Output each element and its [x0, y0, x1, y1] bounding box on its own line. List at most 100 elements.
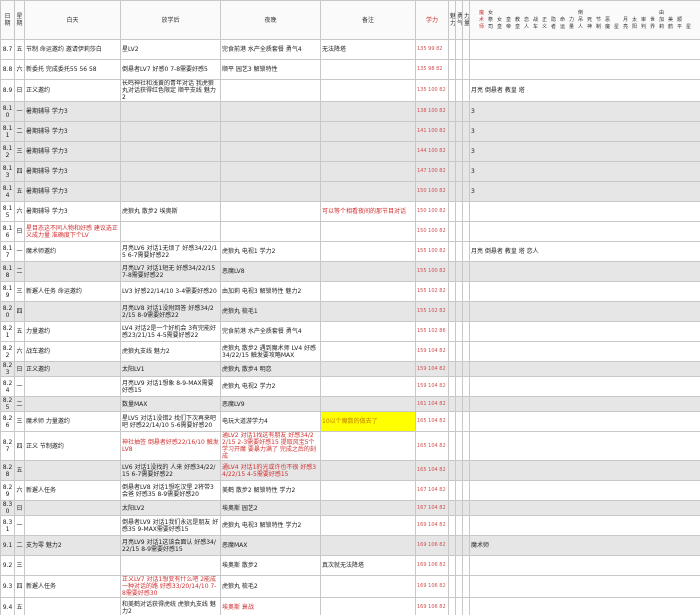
table-row: 8.13 四暑期辅导 学力3 147 100 82 3	[0, 161, 700, 182]
weekday-cell: 六	[14, 201, 25, 222]
stat-cell	[462, 500, 470, 516]
stat-cell	[448, 59, 456, 80]
header-day: 白天	[24, 0, 121, 40]
date-cell: 8.22	[0, 341, 15, 362]
after-school-cell: 月亮LV8 对话1没附回答 好感34/22/15 8-9需要好感22	[120, 301, 221, 322]
stat-cell	[448, 141, 456, 162]
after-school-cell: 倒悬者LV7 好感0 7-8需要好感5	[120, 59, 221, 80]
weekday-cell: 三	[14, 555, 25, 576]
weekday-cell: 五	[14, 597, 25, 615]
stat-cell	[455, 181, 463, 202]
arcana-cell	[469, 221, 700, 242]
stat-cell	[455, 321, 463, 342]
stat-cell	[462, 555, 470, 576]
stat-cell	[455, 261, 463, 282]
day-cell	[24, 597, 121, 615]
stat-cell	[448, 301, 456, 322]
stat-cell	[462, 39, 470, 60]
day-cell: 节制 命运邀约 邀请伊莉莎白	[24, 39, 121, 60]
table-row: 8.17 一魔术师邀约 月亮LV6 对话1无烦了 好感34/22/15 6-7需要好…	[0, 241, 700, 262]
stat-cell	[455, 101, 463, 122]
stat-cell	[448, 241, 456, 262]
stat-cell	[462, 301, 470, 322]
date-cell: 9.3	[0, 575, 15, 598]
stat-cell	[455, 555, 463, 576]
day-cell: 魔术师 力量邀约	[24, 411, 121, 432]
stat-cell	[462, 161, 470, 182]
header-power: 力量	[462, 0, 470, 40]
night-cell: 埃奥斯 园艺2	[220, 500, 321, 516]
note-cell	[320, 480, 416, 501]
night-cell: 美鹤 散步2 解锁特性 学力2	[220, 480, 321, 501]
stats-cell: 150 100 82	[415, 181, 449, 202]
day-cell: 新委托 完成委托55 56 58	[24, 59, 121, 80]
date-cell: 8.30	[0, 500, 15, 516]
arcana-cell	[469, 575, 700, 598]
after-school-cell: 数量MAX	[120, 396, 221, 412]
night-cell: 虎狼丸 电视1 学力2	[220, 241, 321, 262]
night-cell: 恶魔LV9	[220, 396, 321, 412]
date-cell: 8.16	[0, 221, 15, 242]
note-cell	[320, 59, 416, 80]
table-row: 8.18 二 月亮LV7 对话1短无 好感34/22/15 7-8需要好感22 恶魔L…	[0, 261, 700, 282]
day-cell: 魔术师邀约	[24, 241, 121, 262]
note-cell	[320, 321, 416, 342]
note-cell	[320, 301, 416, 322]
arcana-cell	[469, 341, 700, 362]
arcana-cell	[469, 396, 700, 412]
note-cell	[320, 141, 416, 162]
date-cell: 8.14	[0, 181, 15, 202]
note-cell	[320, 575, 416, 598]
table-row: 8.8 六新委托 完成委托55 56 58 倒悬者LV7 好感0 7-8需要好感5 顺…	[0, 59, 700, 80]
arcana-header: 恋人	[523, 16, 529, 30]
arcana-header: 美鹤	[667, 16, 673, 30]
day-cell: 暑期辅导 学力3	[24, 121, 121, 142]
stat-cell	[448, 79, 456, 102]
stat-cell	[455, 161, 463, 182]
after-school-cell: 虎狼丸支线 魅力2	[120, 341, 221, 362]
stat-cell	[455, 597, 463, 615]
arcana-cell: 3	[469, 161, 700, 182]
stats-cell: 159 104 82	[415, 341, 449, 362]
table-row: 8.25 二 数量MAX 恶魔LV9 161 104 82	[0, 396, 700, 412]
weekday-cell: 一	[14, 101, 25, 122]
stat-cell	[455, 141, 463, 162]
arcana-header: 顺平	[676, 16, 682, 30]
arcana-header: 月亮	[622, 16, 628, 30]
stat-cell	[455, 341, 463, 362]
arcana-header: 死神	[586, 16, 592, 30]
night-cell: 虎狼丸 电视2 学力2	[220, 376, 321, 397]
stat-cell	[455, 281, 463, 302]
header-after-school: 放学后	[120, 0, 221, 40]
night-cell: 虎狼丸 散步4 明恋	[220, 361, 321, 377]
stat-cell	[448, 101, 456, 122]
date-cell: 8.15	[0, 201, 15, 222]
note-cell: 真次就无法降塔	[320, 555, 416, 576]
stat-cell	[455, 59, 463, 80]
after-school-cell: 月亮LV6 对话1无烦了 好感34/22/15 6-7需要好感22	[120, 241, 221, 262]
stats-cell: 155 102 82	[415, 281, 449, 302]
stat-cell	[448, 39, 456, 60]
date-cell: 8.26	[0, 411, 15, 432]
weekday-cell: 日	[14, 221, 25, 242]
stat-cell	[448, 515, 456, 536]
note-cell	[320, 376, 416, 397]
stat-cell	[462, 241, 470, 262]
day-cell: 正义 节制邀约	[24, 431, 121, 461]
stat-cell	[448, 460, 456, 481]
stat-cell	[455, 361, 463, 377]
stat-cell	[448, 261, 456, 282]
arcana-header: 太阳	[631, 16, 637, 30]
note-cell	[320, 500, 416, 516]
after-school-cell	[120, 221, 221, 242]
stats-cell: 167 104 82	[415, 480, 449, 501]
day-cell: 暑期辅导 学力3	[24, 141, 121, 162]
stat-cell	[462, 597, 470, 615]
date-cell: 8.29	[0, 480, 15, 501]
stats-cell: 159 104 82	[415, 376, 449, 397]
date-cell: 8.25	[0, 396, 15, 412]
date-cell: 8.24	[0, 376, 15, 397]
stat-cell	[462, 411, 470, 432]
after-school-cell: 神社抽签 倒悬者好感22/16/10 触发LV8	[120, 431, 221, 461]
table-row: 8.24 一 月亮LV9 对话1想象 8-9-MAX需要好感15 虎狼丸 电视2 学力…	[0, 376, 700, 397]
